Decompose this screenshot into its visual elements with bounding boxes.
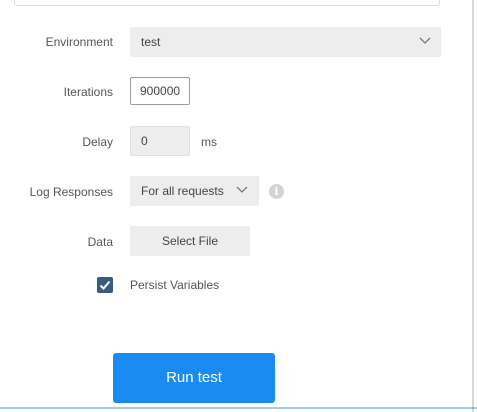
iterations-label: Iterations bbox=[63, 85, 113, 99]
iterations-value: 900000 bbox=[140, 84, 181, 98]
checkmark-icon bbox=[99, 280, 111, 290]
bottom-divider bbox=[0, 407, 477, 409]
log-responses-value: For all requests bbox=[141, 184, 224, 198]
runner-settings-panel: Environment test Iterations 900000 Delay… bbox=[0, 0, 477, 412]
environment-label: Environment bbox=[45, 35, 113, 49]
environment-select[interactable]: test bbox=[130, 27, 441, 57]
chevron-down-icon bbox=[419, 37, 431, 44]
data-label: Data bbox=[87, 235, 113, 249]
panel-divider bbox=[472, 0, 474, 412]
persist-variables-checkbox[interactable] bbox=[97, 277, 113, 293]
run-test-button[interactable]: Run test bbox=[113, 353, 275, 403]
top-input-field[interactable] bbox=[14, 0, 440, 6]
delay-label: Delay bbox=[82, 135, 113, 149]
info-icon[interactable]: i bbox=[269, 184, 284, 199]
environment-value: test bbox=[141, 35, 161, 49]
log-responses-select[interactable]: For all requests bbox=[130, 176, 259, 206]
persist-variables-label: Persist Variables bbox=[130, 278, 220, 292]
select-file-button[interactable]: Select File bbox=[130, 226, 250, 256]
delay-unit: ms bbox=[201, 135, 217, 149]
chevron-down-icon bbox=[236, 186, 248, 193]
delay-input[interactable]: 0 bbox=[130, 126, 190, 156]
iterations-input[interactable]: 900000 bbox=[130, 77, 190, 105]
delay-value: 0 bbox=[141, 134, 148, 148]
log-responses-label: Log Responses bbox=[29, 185, 113, 199]
